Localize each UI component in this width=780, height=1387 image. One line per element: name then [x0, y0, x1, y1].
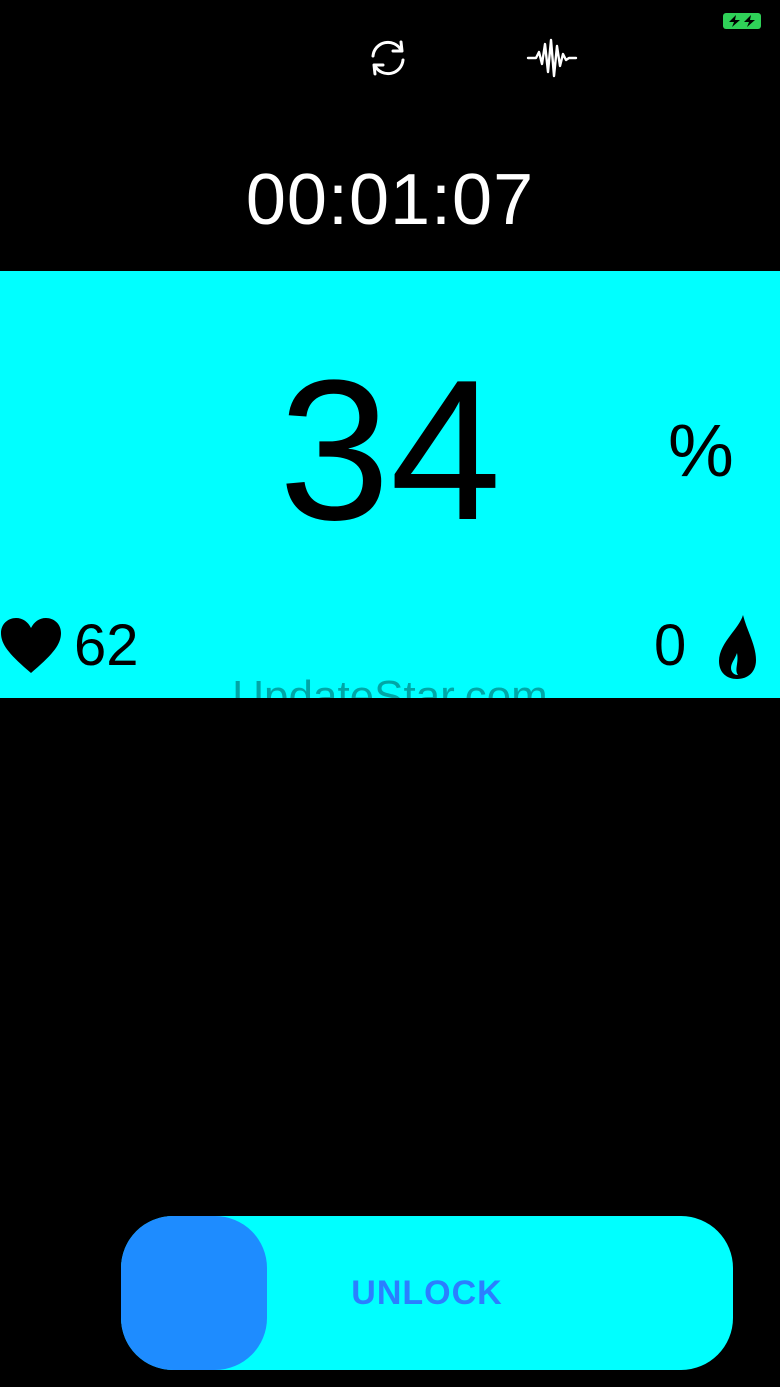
main-unit: %: [668, 409, 734, 492]
drop-icon: [713, 613, 759, 681]
waveform-icon[interactable]: [526, 36, 578, 80]
sync-icon[interactable]: [365, 38, 411, 78]
unlock-slider-knob[interactable]: [121, 1216, 267, 1370]
heart-icon: [0, 617, 62, 675]
drop-count-value: 0: [654, 613, 687, 678]
elapsed-timer: 00:01:07: [245, 160, 535, 240]
main-value: 34: [278, 339, 502, 562]
heart-rate-value: 62: [74, 613, 139, 678]
watermark: UpdateStar.com: [232, 672, 548, 721]
unlock-slider[interactable]: UNLOCK: [121, 1216, 733, 1370]
charging-battery-icon: [723, 13, 761, 29]
unlock-label: UNLOCK: [351, 1274, 503, 1312]
metrics-panel: 34 % 62 0: [0, 271, 780, 698]
